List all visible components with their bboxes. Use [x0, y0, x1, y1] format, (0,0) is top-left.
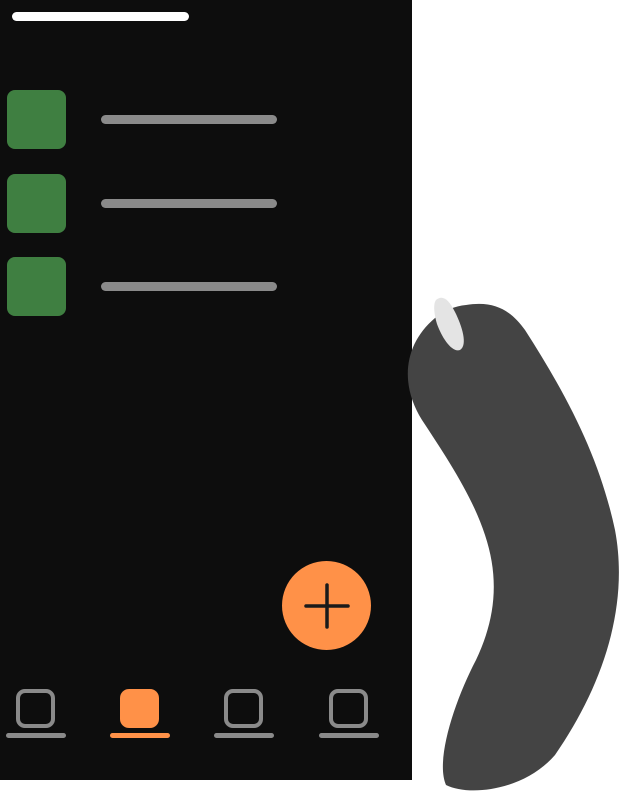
- list-item[interactable]: [7, 174, 287, 234]
- list-item-text-placeholder: [101, 115, 277, 124]
- list-item-thumbnail: [7, 174, 66, 233]
- list-item-thumbnail: [7, 90, 66, 149]
- plus-icon: [303, 582, 350, 629]
- square-outline-icon: [329, 689, 368, 728]
- app-screen: [0, 0, 412, 780]
- list-item[interactable]: [7, 257, 287, 317]
- tab-underline: [6, 733, 66, 738]
- list-item[interactable]: [7, 90, 287, 150]
- tab-1[interactable]: [6, 686, 68, 740]
- tab-2-active[interactable]: [110, 686, 172, 740]
- header-title-placeholder: [12, 12, 189, 21]
- tab-underline: [110, 733, 170, 738]
- square-filled-icon: [120, 689, 159, 728]
- list-item-text-placeholder: [101, 282, 277, 291]
- pointing-finger-icon: [407, 297, 619, 791]
- square-outline-icon: [16, 689, 55, 728]
- tab-3[interactable]: [214, 686, 276, 740]
- tab-4[interactable]: [319, 686, 381, 740]
- list-item-thumbnail: [7, 257, 66, 316]
- finger-shape: [407, 303, 619, 791]
- list-item-text-placeholder: [101, 199, 277, 208]
- tab-underline: [319, 733, 379, 738]
- add-fab-button[interactable]: [282, 561, 371, 650]
- square-outline-icon: [224, 689, 263, 728]
- tab-underline: [214, 733, 274, 738]
